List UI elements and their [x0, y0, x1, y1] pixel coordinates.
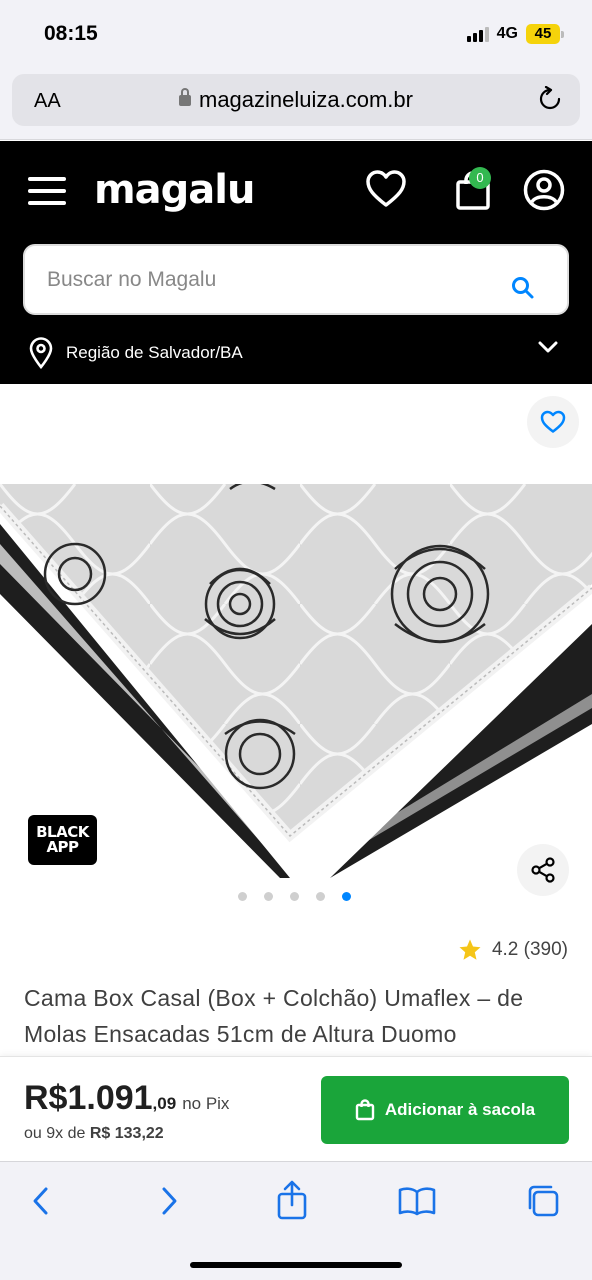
- product-rating[interactable]: 4.2 (390): [458, 938, 568, 962]
- region-label: Região de Salvador/BA: [66, 343, 243, 362]
- bookmarks-button[interactable]: [398, 1186, 436, 1221]
- share-icon: [531, 857, 555, 883]
- site-header: magalu 0 Região de Salvador/BA: [0, 141, 592, 384]
- url-display[interactable]: magazineluiza.com.br: [12, 87, 580, 113]
- region-selector[interactable]: Região de Salvador/BA: [28, 337, 568, 369]
- search-icon: [512, 277, 534, 299]
- price-integer: R$1.091: [24, 1079, 153, 1117]
- home-indicator: [190, 1262, 402, 1268]
- price: R$1.091,09 no Pix: [24, 1079, 229, 1118]
- address-bar[interactable]: AA magazineluiza.com.br: [12, 74, 580, 126]
- carousel-dot-active[interactable]: [342, 892, 351, 901]
- add-to-bag-button[interactable]: Adicionar à sacola: [321, 1076, 569, 1144]
- share-button[interactable]: [517, 844, 569, 896]
- carousel-dot[interactable]: [264, 892, 273, 901]
- forward-button[interactable]: [158, 1184, 180, 1223]
- black-app-badge: BLACK APP: [28, 815, 97, 865]
- search-box[interactable]: [23, 244, 569, 315]
- heart-icon: [366, 170, 406, 207]
- cart-count-badge: 0: [469, 167, 491, 189]
- back-icon: [33, 1187, 48, 1215]
- star-icon: [459, 939, 481, 960]
- browser-address-area: AA magazineluiza.com.br: [0, 70, 592, 140]
- bag-icon: [355, 1099, 375, 1121]
- add-to-bag-label: Adicionar à sacola: [384, 1100, 536, 1119]
- installments: ou 9x de R$ 133,22: [24, 1125, 164, 1143]
- forward-icon: [162, 1187, 177, 1215]
- network-type: 4G: [496, 25, 518, 42]
- status-indicators: 4G 45: [466, 24, 564, 44]
- rating-count: (390): [523, 939, 568, 960]
- pix-label: no Pix: [182, 1094, 230, 1113]
- menu-icon: [28, 177, 66, 181]
- chevron-down-icon: [538, 341, 558, 353]
- status-time: 08:15: [44, 22, 98, 45]
- price-cents: ,09: [152, 1094, 177, 1113]
- search-button[interactable]: [511, 276, 535, 305]
- share-page-button[interactable]: [276, 1180, 308, 1225]
- badge-line2: APP: [46, 838, 79, 856]
- back-button[interactable]: [30, 1184, 52, 1223]
- bookmarks-icon: [398, 1187, 436, 1216]
- product-favorite-button[interactable]: [527, 396, 579, 448]
- battery-icon: 45: [526, 24, 564, 44]
- search-input[interactable]: [47, 268, 477, 292]
- magalu-logo[interactable]: magalu: [94, 167, 255, 213]
- carousel-dot[interactable]: [290, 892, 299, 901]
- reload-icon: [539, 85, 561, 110]
- product-title: Cama Box Casal (Box + Colchão) Umaflex –…: [24, 985, 524, 1047]
- installments-value: R$ 133,22: [89, 1125, 164, 1142]
- user-icon: [523, 169, 565, 211]
- favorites-button[interactable]: [365, 169, 407, 214]
- cart-button[interactable]: 0: [455, 167, 491, 216]
- installments-prefix: ou 9x de: [24, 1125, 86, 1142]
- carousel-dot[interactable]: [316, 892, 325, 901]
- reload-button[interactable]: [538, 85, 562, 117]
- location-pin-icon: [29, 337, 53, 369]
- domain-text: magazineluiza.com.br: [199, 87, 413, 112]
- tabs-button[interactable]: [526, 1184, 560, 1223]
- status-bar: 08:15 4G 45: [0, 0, 592, 70]
- share-up-icon: [277, 1180, 307, 1220]
- image-carousel-dots: [238, 892, 351, 901]
- price-bar: R$1.091,09 no Pix ou 9x de R$ 133,22 Adic…: [0, 1056, 592, 1161]
- menu-button[interactable]: [28, 177, 68, 205]
- account-button[interactable]: [523, 169, 565, 216]
- carousel-dot[interactable]: [238, 892, 247, 901]
- tabs-icon: [528, 1185, 559, 1217]
- heart-icon: [540, 410, 566, 433]
- signal-icon: [466, 26, 489, 42]
- rating-value: 4.2: [491, 939, 519, 960]
- lock-icon: [179, 88, 191, 106]
- battery-level: 45: [526, 24, 560, 44]
